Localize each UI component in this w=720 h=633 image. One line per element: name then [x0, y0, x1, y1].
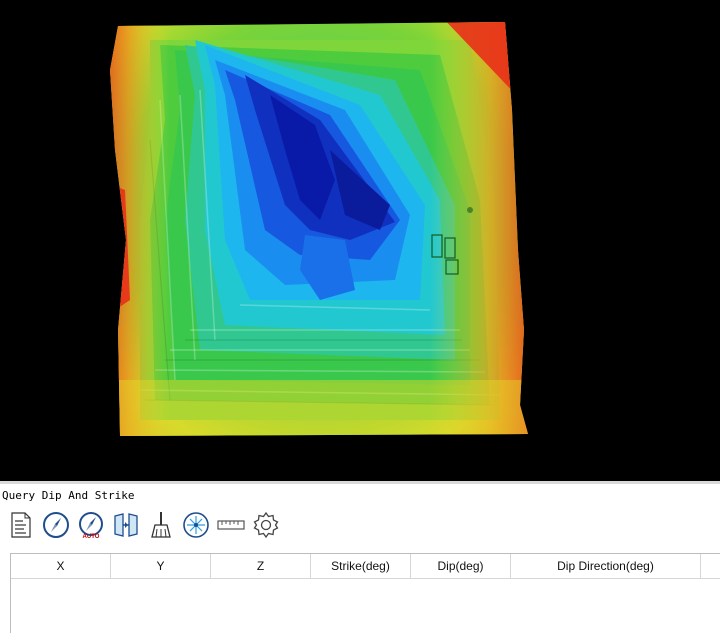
terrain-heightmap: [110, 22, 528, 436]
table-header: X Y Z Strike(deg) Dip(deg) Dip Direction…: [11, 554, 720, 579]
column-header-dip[interactable]: Dip(deg): [411, 554, 511, 578]
stereonet-icon[interactable]: [181, 510, 211, 540]
svg-text:AUTO: AUTO: [83, 534, 100, 539]
table-body: [11, 579, 720, 633]
plane-fit-icon[interactable]: [111, 510, 141, 540]
column-header-x[interactable]: X: [11, 554, 111, 578]
panel-divider[interactable]: [0, 481, 720, 484]
column-header-strike[interactable]: Strike(deg): [311, 554, 411, 578]
document-list-icon[interactable]: [6, 510, 36, 540]
compass-auto-icon[interactable]: AUTO: [76, 510, 106, 540]
3d-viewport[interactable]: [0, 0, 720, 481]
toolbar: AUTO: [6, 508, 286, 542]
column-header-filler: [701, 554, 720, 578]
broom-clear-icon[interactable]: [146, 510, 176, 540]
results-table[interactable]: X Y Z Strike(deg) Dip(deg) Dip Direction…: [10, 553, 720, 633]
column-header-z[interactable]: Z: [211, 554, 311, 578]
column-header-dip-direction[interactable]: Dip Direction(deg): [511, 554, 701, 578]
ruler-icon[interactable]: [216, 510, 246, 540]
panel-title: Query Dip And Strike: [2, 489, 135, 502]
column-header-y[interactable]: Y: [111, 554, 211, 578]
gear-settings-icon[interactable]: [251, 510, 281, 540]
compass-icon[interactable]: [41, 510, 71, 540]
